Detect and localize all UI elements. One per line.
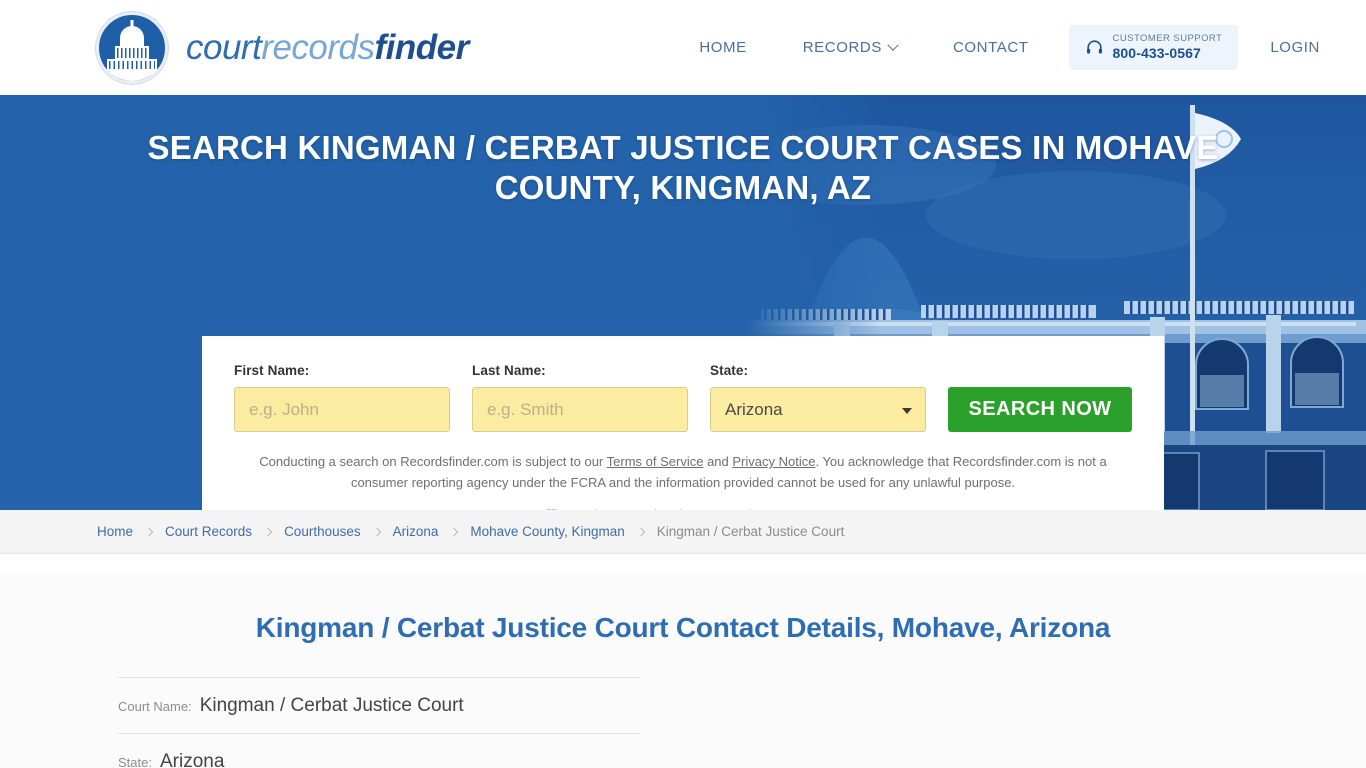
customer-support-badge[interactable]: CUSTOMER SUPPORT 800-433-0567 xyxy=(1068,24,1239,70)
nav-item-contact[interactable]: CONTACT xyxy=(925,39,1057,56)
brand-part-records: records xyxy=(261,27,375,67)
first-name-field-group: First Name: xyxy=(234,363,450,432)
search-form-card: First Name: Last Name: State: Arizona SE… xyxy=(202,336,1164,510)
brand-part-finder: finder xyxy=(374,27,470,67)
databases-updated-text: Databases Updated on September 14, 2022 xyxy=(567,507,821,510)
detail-row-state: State: Arizona xyxy=(118,732,640,768)
nav-item-login[interactable]: LOGIN xyxy=(1250,39,1366,56)
first-name-input[interactable] xyxy=(234,387,450,432)
breadcrumb-item-current: Kingman / Cerbat Justice Court xyxy=(656,524,845,539)
search-disclaimer: Conducting a search on Recordsfinder.com… xyxy=(234,451,1132,493)
detail-key: State: xyxy=(118,754,152,768)
disclaimer-pre: Conducting a search on Recordsfinder.com… xyxy=(259,454,607,469)
brand-wordmark: courtrecordsfinder xyxy=(186,28,469,68)
chevron-right-icon xyxy=(636,527,645,536)
breadcrumb-bar: Home Court Records Courthouses Arizona M… xyxy=(0,510,1366,554)
chevron-right-icon xyxy=(144,527,154,536)
chevron-down-icon xyxy=(887,39,899,51)
main-navigation: HOME RECORDS CONTACT CUSTOMER SUPPORT 80… xyxy=(671,0,1366,95)
last-name-label: Last Name: xyxy=(472,363,546,378)
state-select[interactable]: Arizona xyxy=(710,387,926,432)
detail-key: Court Name: xyxy=(118,698,192,714)
breadcrumb-item-home[interactable]: Home xyxy=(97,524,133,539)
last-name-input[interactable] xyxy=(472,387,688,432)
chevron-right-icon xyxy=(450,527,459,536)
state-label: State: xyxy=(710,363,749,378)
nav-label-login: LOGIN xyxy=(1270,39,1320,56)
hero-title: SEARCH KINGMAN / CERBAT JUSTICE COURT CA… xyxy=(147,129,1219,207)
search-fields-row: First Name: Last Name: State: Arizona SE… xyxy=(234,363,1132,432)
breadcrumb-item-mohave-county-kingman[interactable]: Mohave County, Kingman xyxy=(470,524,624,539)
terms-of-service-link[interactable]: Terms of Service xyxy=(607,454,704,469)
detail-value: Arizona xyxy=(159,750,225,768)
breadcrumb-item-court-records[interactable]: Court Records xyxy=(165,524,252,539)
chevron-right-icon xyxy=(263,527,273,536)
calendar-icon xyxy=(546,508,558,510)
state-field-group: State: Arizona xyxy=(710,363,926,432)
first-name-label: First Name: xyxy=(234,363,310,378)
nav-item-records[interactable]: RECORDS xyxy=(775,39,925,56)
breadcrumb: Home Court Records Courthouses Arizona M… xyxy=(97,524,844,539)
hero-section: SEARCH KINGMAN / CERBAT JUSTICE COURT CA… xyxy=(0,95,1366,510)
court-details-list: Court Name: Kingman / Cerbat Justice Cou… xyxy=(118,676,640,768)
capitol-dome-icon xyxy=(96,11,168,84)
nav-label-records: RECORDS xyxy=(802,39,882,56)
main-content: Kingman / Cerbat Justice Court Contact D… xyxy=(0,572,1366,768)
nav-item-home[interactable]: HOME xyxy=(671,39,774,56)
support-phone: 800-433-0567 xyxy=(1112,44,1201,61)
search-now-button[interactable]: SEARCH NOW xyxy=(948,387,1132,432)
detail-row-court-name: Court Name: Kingman / Cerbat Justice Cou… xyxy=(118,676,640,733)
databases-updated: Databases Updated on September 14, 2022 xyxy=(234,507,1132,510)
logo-brand[interactable]: courtrecordsfinder xyxy=(96,11,469,84)
disclaimer-mid: and xyxy=(703,454,733,469)
nav-label-home: HOME xyxy=(699,39,747,56)
nav-label-contact: CONTACT xyxy=(952,39,1029,56)
breadcrumb-item-courthouses[interactable]: Courthouses xyxy=(284,524,361,539)
breadcrumb-item-arizona[interactable]: Arizona xyxy=(393,524,439,539)
headset-icon xyxy=(1086,40,1102,54)
site-header: courtrecordsfinder HOME RECORDS CONTACT … xyxy=(0,0,1366,95)
last-name-field-group: Last Name: xyxy=(472,363,688,432)
page-title: Kingman / Cerbat Justice Court Contact D… xyxy=(255,611,1111,643)
privacy-notice-link[interactable]: Privacy Notice xyxy=(732,454,815,469)
detail-value: Kingman / Cerbat Justice Court xyxy=(199,694,464,716)
chevron-right-icon xyxy=(372,527,381,536)
support-label: CUSTOMER SUPPORT xyxy=(1112,32,1223,44)
brand-part-court: court xyxy=(186,27,262,67)
